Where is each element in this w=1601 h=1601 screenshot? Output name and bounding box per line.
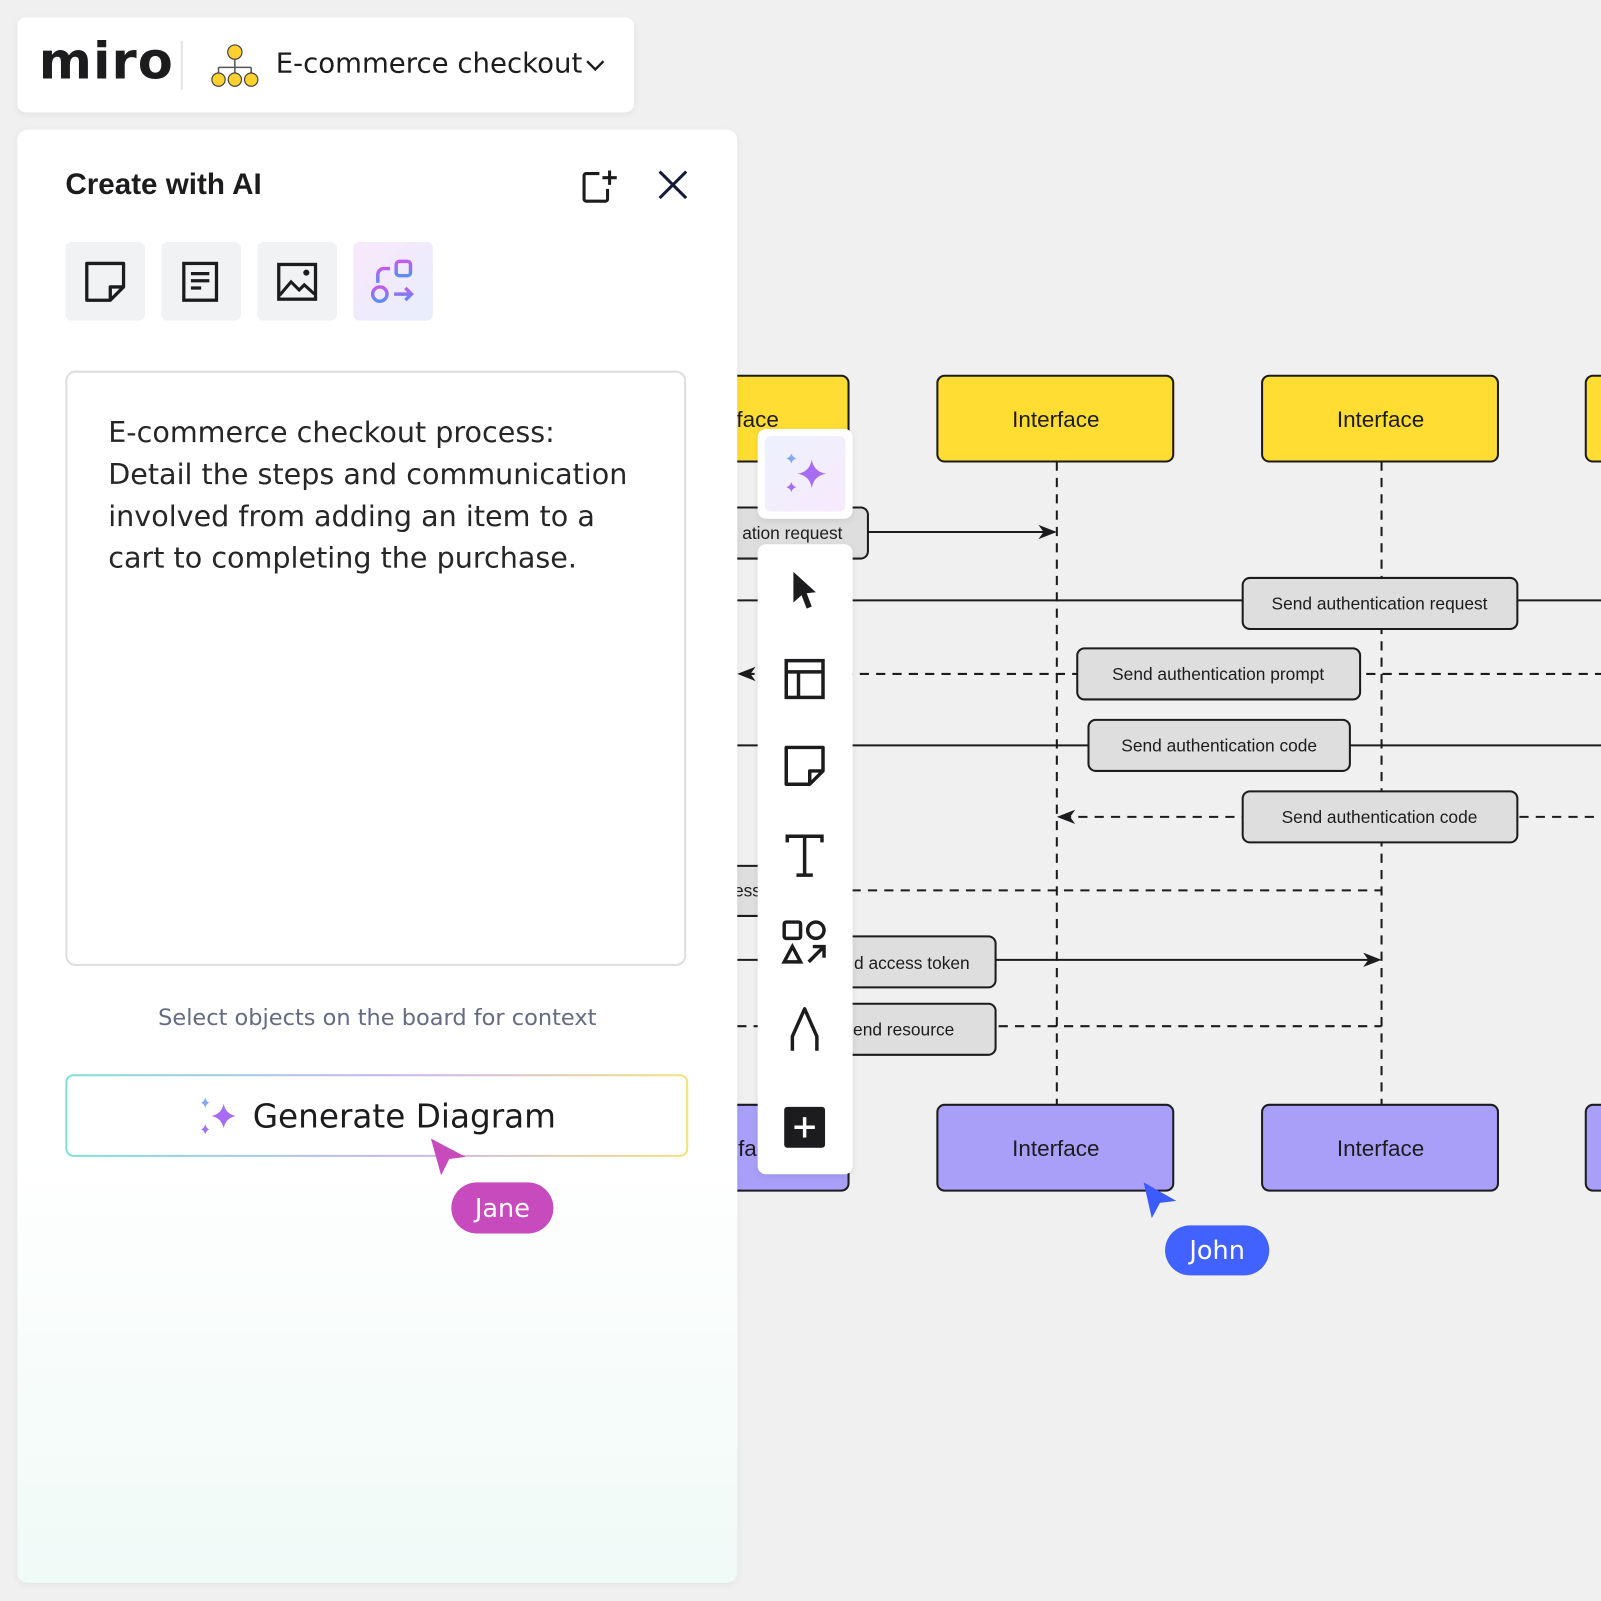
frame-layout-icon — [784, 658, 825, 700]
sticky-note-icon — [85, 261, 126, 302]
divider — [180, 40, 183, 90]
document-icon — [182, 261, 219, 302]
prompt-textarea[interactable]: E-commerce checkout process: Detail the … — [65, 370, 687, 966]
arrowhead — [1056, 809, 1076, 825]
cursor-icon — [793, 571, 816, 609]
context-hint: Select objects on the board for context — [158, 1005, 597, 1032]
tool-select[interactable] — [776, 562, 833, 619]
participant-box[interactable] — [1584, 1103, 1601, 1192]
message-label: ation request — [742, 523, 842, 543]
participant-label: fa — [738, 1136, 757, 1161]
tool-add[interactable] — [776, 1099, 833, 1156]
create-with-ai-panel: Create with AI E-commerce checkout proce… — [17, 129, 738, 1583]
board-header: miro E-commerce checkout — [17, 17, 635, 113]
miro-logo[interactable]: miro — [39, 32, 174, 91]
collaborator-tag-john: John — [1165, 1225, 1270, 1276]
generate-label: Generate Diagram — [252, 1096, 556, 1135]
message-label: Send authentication prompt — [1112, 664, 1324, 684]
pen-icon — [790, 1007, 819, 1051]
jane-cursor-icon — [430, 1138, 466, 1176]
sparkle-icon — [785, 453, 826, 493]
diagram-icon — [370, 259, 414, 303]
participant-box[interactable] — [1584, 374, 1601, 463]
shapes-icon — [781, 920, 826, 964]
plus-icon — [784, 1106, 826, 1148]
chevron-down-icon[interactable] — [585, 58, 605, 72]
image-icon — [277, 262, 318, 301]
tool-sticky-note[interactable] — [776, 737, 833, 794]
ai-assist-button[interactable] — [757, 428, 853, 519]
tab-sticky-note[interactable] — [65, 242, 145, 321]
tab-image[interactable] — [257, 242, 337, 321]
tab-diagram[interactable] — [353, 242, 433, 321]
sticky-note-icon — [784, 745, 825, 786]
participant-label: Interface — [1337, 1136, 1424, 1161]
new-frame-icon[interactable] — [581, 168, 620, 205]
message-label: Send authentication code — [1282, 807, 1478, 827]
participant-label: Interface — [1012, 407, 1099, 432]
creation-toolbar — [757, 544, 853, 1175]
board-title[interactable]: E-commerce checkout — [276, 48, 583, 80]
message-label: end resource — [853, 1019, 954, 1039]
participant-label: Interface — [1012, 1136, 1099, 1161]
generate-diagram-button[interactable]: Generate Diagram — [65, 1074, 689, 1157]
sparkle-icon — [201, 1097, 237, 1134]
tool-frames[interactable] — [776, 650, 833, 707]
tool-pen[interactable] — [776, 1001, 833, 1058]
text-icon — [785, 834, 824, 877]
tab-document[interactable] — [161, 242, 241, 321]
message-label: Send authentication code — [1121, 736, 1317, 756]
tool-text[interactable] — [776, 827, 833, 884]
message-label: d access token — [854, 953, 970, 973]
participant-label: Interface — [1337, 407, 1424, 432]
message-label: Send authentication request — [1272, 594, 1488, 614]
org-chart-icon — [211, 44, 259, 87]
collaborator-tag-jane: Jane — [451, 1182, 554, 1234]
panel-title: Create with AI — [65, 168, 262, 202]
close-icon[interactable] — [657, 168, 690, 201]
tool-shapes[interactable] — [776, 914, 833, 971]
